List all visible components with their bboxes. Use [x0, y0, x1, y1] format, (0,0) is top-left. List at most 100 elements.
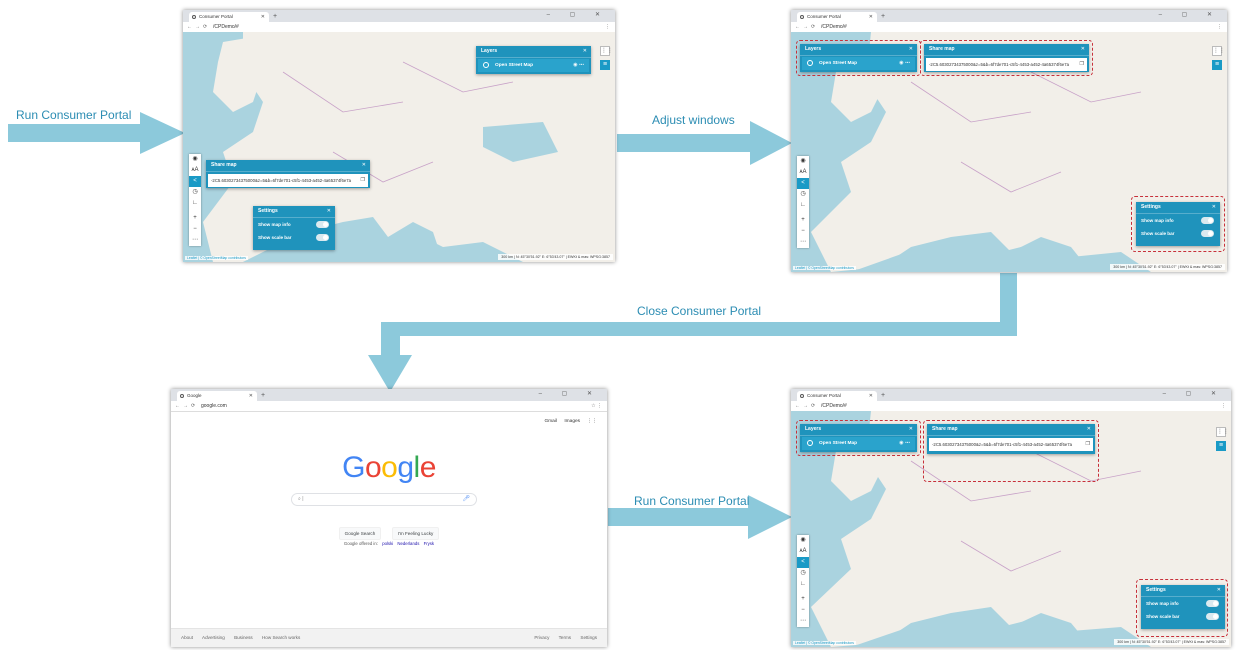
- share-icon[interactable]: <: [189, 176, 201, 187]
- footer-link[interactable]: How Search works: [262, 635, 300, 640]
- new-tab-icon[interactable]: +: [261, 391, 265, 400]
- close-icon[interactable]: ✕: [327, 206, 331, 217]
- menu-kebab-icon[interactable]: ⋮: [1217, 22, 1222, 32]
- images-link[interactable]: Images: [564, 419, 580, 424]
- google-search-input[interactable]: ⌕ | 🎤︎: [291, 493, 477, 506]
- zoom-in-icon[interactable]: +: [797, 215, 809, 226]
- tab-close-icon[interactable]: ✕: [869, 12, 873, 22]
- window-controls[interactable]: – ▢ ✕: [547, 11, 609, 18]
- tab-close-icon[interactable]: ✕: [869, 391, 873, 401]
- window-controls[interactable]: – ▢ ✕: [1159, 11, 1221, 18]
- measure-icon[interactable]: ∟: [797, 579, 809, 590]
- favicon-icon: [800, 394, 804, 398]
- more-icon[interactable]: ⋯: [797, 237, 809, 248]
- arrow-close-portal: [368, 273, 1017, 392]
- apps-grid-icon[interactable]: ⋮⋮: [587, 419, 597, 424]
- language-link[interactable]: Nederlands: [397, 541, 419, 546]
- more-icon[interactable]: ⋯: [797, 616, 809, 627]
- nav-buttons-icon[interactable]: ←→⟳: [187, 22, 210, 32]
- eye-icon[interactable]: ◉: [797, 535, 809, 546]
- tab-close-icon[interactable]: ✕: [249, 391, 253, 401]
- zoom-out-icon[interactable]: −: [797, 605, 809, 616]
- zoom-in-icon[interactable]: +: [797, 594, 809, 605]
- browser-tab[interactable]: Consumer Portal ✕: [797, 391, 877, 401]
- map-attribution[interactable]: Leaflet | © OpenStreetMap contributors: [793, 641, 856, 645]
- clock-icon[interactable]: ◷: [797, 189, 809, 200]
- label-adjust-windows: Adjust windows: [652, 113, 735, 127]
- apps-grid-icon[interactable]: ⋮⋮: [1216, 427, 1229, 437]
- clock-icon[interactable]: ◷: [189, 187, 201, 198]
- apps-grid-icon[interactable]: ⋮⋮: [1212, 46, 1225, 56]
- nav-buttons-icon[interactable]: ←→⟳: [795, 401, 818, 411]
- hamburger-menu-icon[interactable]: ≡: [1212, 60, 1222, 70]
- crs-text: EWKt & mas: WPSG:3857: [567, 255, 610, 259]
- highlight-layers: [796, 40, 921, 76]
- scale-distance: 300 km: [501, 255, 513, 259]
- footer-link[interactable]: Business: [234, 635, 253, 640]
- zoom-in-icon[interactable]: +: [189, 213, 201, 224]
- share-link-field[interactable]: -2C5.60302734375000&z=5&b=6f7de701-c5f1-…: [208, 174, 368, 187]
- menu-kebab-icon[interactable]: ☆ ⋮: [591, 401, 602, 411]
- visibility-eye-icon[interactable]: ◉ ⋯: [573, 59, 584, 72]
- gmail-link[interactable]: Gmail: [544, 419, 557, 424]
- map-canvas[interactable]: ⋮⋮ ≡ Layers ✕ Open Street Map ◉ ⋯ Share ma…: [791, 411, 1231, 647]
- browser-tab[interactable]: Google ✕: [177, 391, 257, 401]
- microphone-icon[interactable]: 🎤︎: [462, 495, 470, 502]
- footer-link[interactable]: Advertising: [202, 635, 225, 640]
- new-tab-icon[interactable]: +: [273, 12, 277, 21]
- feeling-lucky-button[interactable]: I'm Feeling Lucky: [391, 527, 440, 540]
- url-text[interactable]: google.com: [201, 401, 227, 411]
- nav-buttons-icon[interactable]: ←→⟳: [795, 22, 818, 32]
- url-text[interactable]: /CPDemo/#: [213, 22, 239, 32]
- footer-link[interactable]: Privacy: [534, 635, 549, 640]
- label-run-portal-1: Run Consumer Portal: [16, 108, 132, 122]
- language-link[interactable]: polski: [382, 541, 393, 546]
- browser-tab[interactable]: Consumer Portal ✕: [189, 12, 269, 22]
- browser-tab[interactable]: Consumer Portal ✕: [797, 12, 877, 22]
- url-text[interactable]: /CPDemo/#: [821, 22, 847, 32]
- close-icon[interactable]: ✕: [362, 160, 366, 171]
- text-size-icon[interactable]: ᴀA: [797, 546, 809, 557]
- more-icon[interactable]: ⋯: [189, 235, 201, 246]
- language-link[interactable]: Frysk: [424, 541, 435, 546]
- share-icon[interactable]: <: [797, 557, 809, 568]
- new-tab-icon[interactable]: +: [881, 391, 885, 400]
- address-bar[interactable]: ←→⟳ google.com ☆ ⋮: [171, 401, 607, 412]
- clock-icon[interactable]: ◷: [797, 568, 809, 579]
- toggle-switch[interactable]: [316, 234, 329, 241]
- menu-kebab-icon[interactable]: ⋮: [1221, 401, 1226, 411]
- label-run-portal-2: Run Consumer Portal: [634, 494, 750, 508]
- measure-icon[interactable]: ∟: [797, 200, 809, 211]
- apps-grid-icon[interactable]: ⋮⋮: [600, 46, 613, 56]
- zoom-out-icon[interactable]: −: [797, 226, 809, 237]
- map-attribution[interactable]: Leaflet | © OpenStreetMap contributors: [185, 256, 248, 260]
- eye-icon[interactable]: ◉: [189, 154, 201, 165]
- text-size-icon[interactable]: ᴀA: [797, 167, 809, 178]
- menu-kebab-icon[interactable]: ⋮: [605, 22, 610, 32]
- footer-link[interactable]: Terms: [559, 635, 572, 640]
- eye-icon[interactable]: ◉: [797, 156, 809, 167]
- window-controls[interactable]: – ▢ ✕: [1163, 390, 1225, 397]
- map-attribution[interactable]: Leaflet | © OpenStreetMap contributors: [793, 266, 856, 270]
- toggle-switch[interactable]: [316, 221, 329, 228]
- highlight-layers: [796, 420, 921, 456]
- zoom-out-icon[interactable]: −: [189, 224, 201, 235]
- share-icon[interactable]: <: [797, 178, 809, 189]
- tab-close-icon[interactable]: ✕: [261, 12, 265, 22]
- hamburger-menu-icon[interactable]: ≡: [600, 60, 610, 70]
- nav-buttons-icon[interactable]: ←→⟳: [175, 401, 198, 411]
- footer-link[interactable]: Settings: [580, 635, 597, 640]
- hamburger-menu-icon[interactable]: ≡: [1216, 441, 1226, 451]
- layer-item[interactable]: Open Street Map ◉ ⋯: [478, 59, 589, 72]
- footer-link[interactable]: About: [181, 635, 193, 640]
- map-canvas[interactable]: ⋮⋮ ≡ Layers ✕ Open Street Map ◉ ⋯ Share ma…: [791, 32, 1227, 272]
- new-tab-icon[interactable]: +: [881, 12, 885, 21]
- window-controls[interactable]: – ▢ ✕: [539, 390, 601, 397]
- close-icon[interactable]: ✕: [583, 46, 587, 57]
- measure-icon[interactable]: ∟: [189, 198, 201, 209]
- map-canvas[interactable]: ⋮⋮ ≡ Layers ✕ Open Street Map ◉ ⋯ Share ma…: [183, 32, 615, 262]
- url-text[interactable]: /CPDemo/#: [821, 401, 847, 411]
- text-size-icon[interactable]: ᴀA: [189, 165, 201, 176]
- copy-icon[interactable]: ❐: [361, 174, 365, 187]
- google-search-button[interactable]: Google Search: [338, 527, 382, 540]
